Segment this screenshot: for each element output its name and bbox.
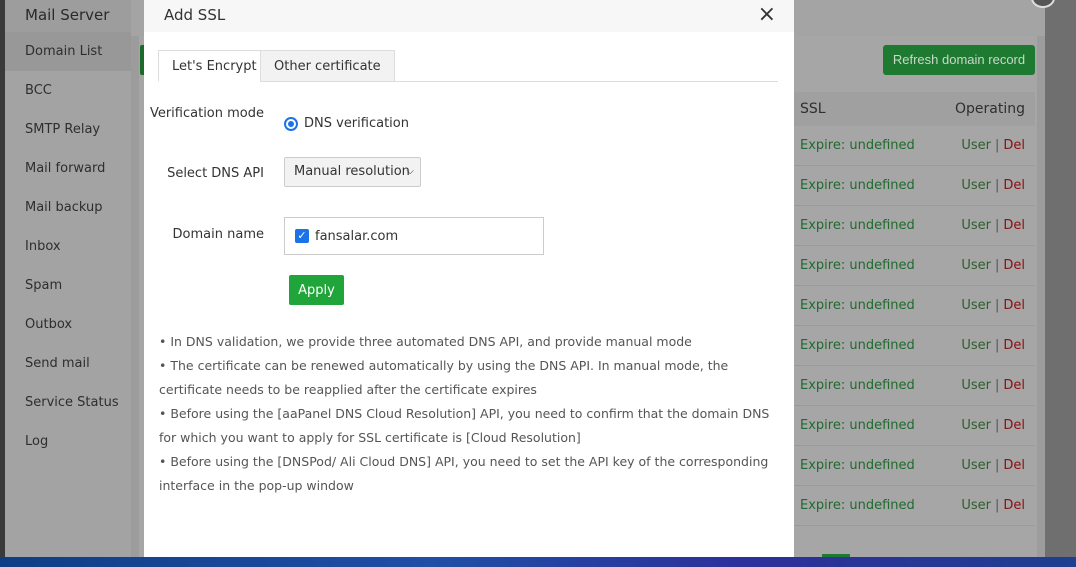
sidebar-item-send-mail[interactable]: Send mail bbox=[5, 344, 131, 383]
user-link[interactable]: User bbox=[961, 218, 991, 233]
delete-link[interactable]: Del bbox=[1003, 458, 1025, 473]
delete-link[interactable]: Del bbox=[1003, 378, 1025, 393]
domain-checkbox[interactable]: ✓ bbox=[295, 229, 309, 243]
ssl-tabs: Let's Encrypt Other certificate bbox=[158, 50, 778, 82]
table-row: Expire: undefined User | Del bbox=[787, 286, 1035, 326]
separator: | bbox=[994, 258, 1000, 273]
dns-verification-label: DNS verification bbox=[304, 116, 409, 131]
table-row: Expire: undefined User | Del bbox=[787, 366, 1035, 406]
note-item: • The certificate can be renewed automat… bbox=[159, 358, 729, 397]
delete-link[interactable]: Del bbox=[1003, 338, 1025, 353]
separator: | bbox=[994, 498, 1000, 513]
user-link[interactable]: User bbox=[961, 138, 991, 153]
separator: | bbox=[994, 418, 1000, 433]
domain-table: SSL Operating Expire: undefined User | Del E… bbox=[787, 92, 1035, 526]
close-icon[interactable]: × bbox=[758, 0, 776, 30]
sidebar-item-inbox[interactable]: Inbox bbox=[5, 227, 131, 266]
refresh-domain-record-button[interactable]: Refresh domain record bbox=[883, 45, 1035, 75]
sidebar-item-outbox[interactable]: Outbox bbox=[5, 305, 131, 344]
ssl-expire: Expire: undefined bbox=[800, 418, 915, 433]
sidebar-item-service-status[interactable]: Service Status bbox=[5, 383, 131, 422]
user-link[interactable]: User bbox=[961, 418, 991, 433]
help-notes: • In DNS validation, we provide three au… bbox=[159, 330, 784, 498]
table-row: Expire: undefined User | Del bbox=[787, 486, 1035, 526]
delete-link[interactable]: Del bbox=[1003, 178, 1025, 193]
tab-other-certificate[interactable]: Other certificate bbox=[260, 50, 395, 82]
table-row: Expire: undefined User | Del bbox=[787, 446, 1035, 486]
background-window bbox=[1045, 0, 1076, 557]
sidebar-title: Mail Server bbox=[5, 0, 131, 32]
separator: | bbox=[994, 138, 1000, 153]
tab-lets-encrypt[interactable]: Let's Encrypt bbox=[158, 50, 271, 82]
separator: | bbox=[994, 338, 1000, 353]
table-row: Expire: undefined User | Del bbox=[787, 326, 1035, 366]
note-item: • Before using the [aaPanel DNS Cloud Re… bbox=[159, 406, 770, 445]
verification-mode-label: Verification mode bbox=[149, 106, 264, 121]
delete-link[interactable]: Del bbox=[1003, 138, 1025, 153]
add-ssl-dialog: Add SSL × Let's Encrypt Other certificat… bbox=[144, 0, 794, 557]
table-header: SSL Operating bbox=[787, 92, 1035, 126]
dialog-header: Add SSL × bbox=[144, 0, 794, 32]
table-row: Expire: undefined User | Del bbox=[787, 246, 1035, 286]
sidebar-item-bcc[interactable]: BCC bbox=[5, 71, 131, 110]
ssl-expire: Expire: undefined bbox=[800, 498, 915, 513]
domain-name-value: fansalar.com bbox=[315, 228, 399, 244]
note-item: • In DNS validation, we provide three au… bbox=[159, 334, 692, 349]
sidebar-item-log[interactable]: Log bbox=[5, 422, 131, 461]
sidebar-item-mail-forward[interactable]: Mail forward bbox=[5, 149, 131, 188]
dns-verification-radio[interactable]: DNS verification bbox=[284, 116, 409, 131]
ssl-expire: Expire: undefined bbox=[800, 378, 915, 393]
delete-link[interactable]: Del bbox=[1003, 218, 1025, 233]
user-link[interactable]: User bbox=[961, 258, 991, 273]
ssl-column-header: SSL bbox=[800, 101, 826, 117]
note-item: • Before using the [DNSPod/ Ali Cloud DN… bbox=[159, 454, 769, 493]
apply-button[interactable]: Apply bbox=[289, 275, 344, 305]
ssl-expire: Expire: undefined bbox=[800, 258, 915, 273]
domain-name-label: Domain name bbox=[172, 227, 264, 242]
operating-column-header: Operating bbox=[955, 101, 1025, 117]
chevron-down-icon: ⌵ bbox=[406, 166, 414, 177]
user-link[interactable]: User bbox=[961, 338, 991, 353]
delete-link[interactable]: Del bbox=[1003, 418, 1025, 433]
ssl-expire: Expire: undefined bbox=[800, 458, 915, 473]
ssl-expire: Expire: undefined bbox=[800, 138, 915, 153]
separator: | bbox=[994, 218, 1000, 233]
delete-link[interactable]: Del bbox=[1003, 498, 1025, 513]
sidebar-item-smtp-relay[interactable]: SMTP Relay bbox=[5, 110, 131, 149]
user-link[interactable]: User bbox=[961, 498, 991, 513]
dns-api-select[interactable]: Manual resolution ⌵ bbox=[284, 157, 421, 187]
domain-list-box: ✓ fansalar.com bbox=[284, 217, 544, 255]
ssl-expire: Expire: undefined bbox=[800, 218, 915, 233]
user-link[interactable]: User bbox=[961, 458, 991, 473]
user-link[interactable]: User bbox=[961, 298, 991, 313]
taskbar bbox=[0, 557, 1076, 567]
dialog-title: Add SSL bbox=[164, 6, 226, 24]
table-row: Expire: undefined User | Del bbox=[787, 166, 1035, 206]
separator: | bbox=[994, 298, 1000, 313]
delete-link[interactable]: Del bbox=[1003, 258, 1025, 273]
user-link[interactable]: User bbox=[961, 378, 991, 393]
sidebar-item-spam[interactable]: Spam bbox=[5, 266, 131, 305]
table-row: Expire: undefined User | Del bbox=[787, 406, 1035, 446]
sidebar: Mail Server Domain List BCC SMTP Relay M… bbox=[5, 0, 131, 557]
sidebar-item-domain-list[interactable]: Domain List bbox=[5, 32, 131, 71]
ssl-expire: Expire: undefined bbox=[800, 298, 915, 313]
ssl-expire: Expire: undefined bbox=[800, 338, 915, 353]
delete-link[interactable]: Del bbox=[1003, 298, 1025, 313]
user-link[interactable]: User bbox=[961, 178, 991, 193]
ssl-expire: Expire: undefined bbox=[800, 178, 915, 193]
separator: | bbox=[994, 178, 1000, 193]
separator: | bbox=[994, 378, 1000, 393]
separator: | bbox=[994, 458, 1000, 473]
table-row: Expire: undefined User | Del bbox=[787, 126, 1035, 166]
radio-selected-icon bbox=[284, 116, 298, 131]
dns-api-value: Manual resolution bbox=[294, 164, 410, 179]
dns-api-label: Select DNS API bbox=[167, 166, 264, 181]
table-row: Expire: undefined User | Del bbox=[787, 206, 1035, 246]
sidebar-item-mail-backup[interactable]: Mail backup bbox=[5, 188, 131, 227]
